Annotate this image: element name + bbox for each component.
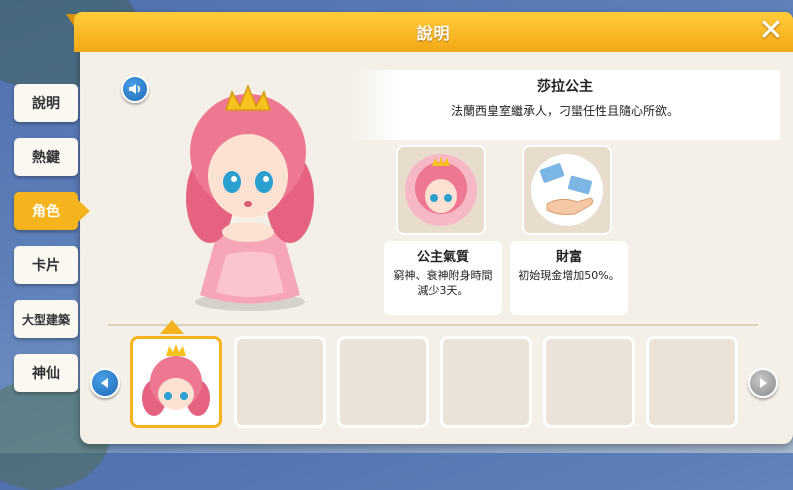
close-icon: ✕	[758, 13, 784, 48]
trait-description: 窮神、衰神附身時間減少3天。	[393, 269, 493, 297]
trait-card: 公主氣質 窮神、衰神附身時間減少3天。	[384, 241, 502, 315]
character-slot[interactable]	[130, 336, 222, 428]
speaker-icon	[129, 84, 141, 94]
character-thumbnail	[142, 344, 210, 416]
character-portrait	[186, 83, 314, 311]
princess-portrait-icon	[405, 154, 477, 226]
tab-label: 大型建築	[21, 312, 70, 327]
character-slot[interactable]	[234, 336, 326, 428]
panel-header: 說明 ✕	[74, 12, 793, 52]
tab-cards[interactable]: 卡片	[14, 246, 78, 284]
tab-hotkeys[interactable]: 熱鍵	[14, 138, 78, 176]
trait-card: 財富 初始現金增加50%。	[510, 241, 628, 315]
divider	[108, 324, 758, 326]
tab-label: 卡片	[32, 258, 60, 274]
character-description: 法蘭西皇室繼承人，刁蠻任性且隨心所欲。	[450, 104, 679, 118]
character-slot[interactable]	[337, 336, 429, 428]
character-slot[interactable]	[646, 336, 738, 428]
character-slot[interactable]	[440, 336, 532, 428]
trait-description: 初始現金增加50%。	[518, 269, 620, 282]
tab-label: 神仙	[32, 366, 60, 382]
tab-large-buildings[interactable]: 大型建築	[14, 300, 78, 338]
selection-pointer	[160, 320, 184, 334]
trait-icon-frame	[396, 145, 486, 235]
trait-icon-frame	[522, 145, 612, 235]
prev-page-button[interactable]	[90, 368, 120, 398]
arrow-left-icon	[101, 378, 108, 388]
panel-title: 說明	[416, 24, 451, 43]
tab-characters[interactable]: 角色	[14, 192, 90, 230]
arrow-right-icon	[760, 378, 767, 388]
next-page-button[interactable]	[748, 368, 778, 398]
close-button[interactable]: ✕	[757, 16, 785, 46]
tab-deities[interactable]: 神仙	[14, 354, 78, 392]
character-name: 莎拉公主	[537, 79, 593, 95]
money-hand-icon	[531, 154, 603, 226]
character-info: 莎拉公主 法蘭西皇室繼承人，刁蠻任性且隨心所欲。	[350, 70, 780, 140]
tab-label: 角色	[32, 204, 60, 220]
tab-label: 說明	[32, 96, 60, 112]
trait-title: 財富	[555, 250, 582, 265]
sound-button[interactable]	[121, 75, 149, 103]
tab-label: 熱鍵	[32, 150, 60, 166]
character-slot[interactable]	[543, 336, 635, 428]
tab-instructions[interactable]: 說明	[14, 84, 78, 122]
trait-title: 公主氣質	[416, 250, 469, 265]
